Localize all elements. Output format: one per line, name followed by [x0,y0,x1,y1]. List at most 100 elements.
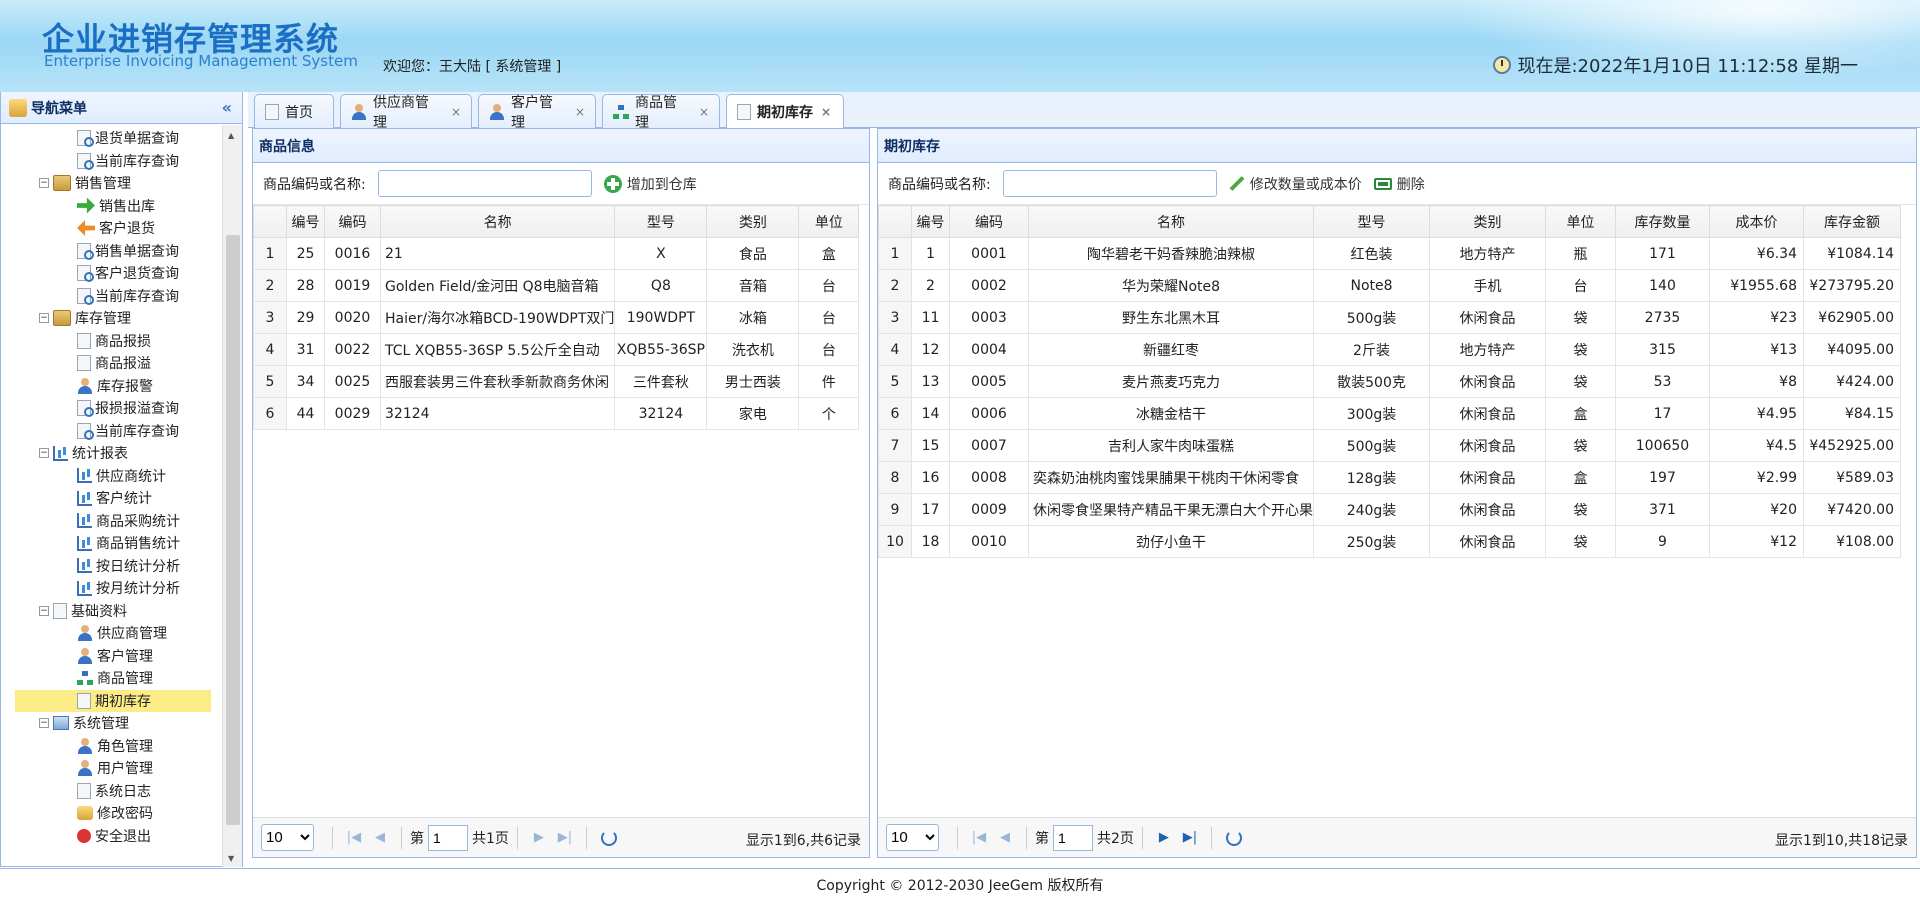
scroll-thumb[interactable] [226,235,240,825]
page-size-select[interactable]: 10 [261,824,314,851]
nav-scrollbar[interactable]: ▲ ▼ [222,125,242,867]
table-row[interactable]: 8 16 0008 奕森奶油桃肉蜜饯果脯果干桃肉干休闲零食 128g装 休闲食品盒 197 ¥… [878,461,1901,494]
nav-item[interactable]: 客户统计 [77,487,152,509]
nav-item[interactable]: 修改密码 [77,802,153,824]
column-header[interactable]: 类别 [706,205,800,238]
prev-page-icon[interactable]: ◀ [367,830,393,845]
table-row[interactable]: 1 1 0001 陶华碧老干妈香辣脆油辣椒 红色装 地方特产瓶 171 ¥6.34 ¥1084.… [878,237,1901,270]
nav-item[interactable]: 客户退货查询 [77,262,179,284]
nav-group[interactable]: − 系统管理 [39,712,129,734]
refresh-icon[interactable] [600,829,617,846]
nav-group[interactable]: − 销售管理 [39,172,131,194]
nav-item[interactable]: 角色管理 [77,735,153,757]
nav-item[interactable]: 销售单据查询 [77,240,179,262]
expander-icon[interactable]: − [39,178,49,188]
nav-item[interactable]: 按日统计分析 [77,555,180,577]
next-page-icon[interactable]: ▶ [526,830,552,845]
nav-item[interactable]: 商品报溢 [77,352,151,374]
scroll-up-icon[interactable]: ▲ [228,131,234,140]
nav-item[interactable]: 当前库存查询 [77,420,179,442]
prev-page-icon[interactable]: ◀ [992,830,1018,845]
nav-item[interactable]: 商品销售统计 [77,532,180,554]
nav-item[interactable]: 当前库存查询 [77,285,179,307]
column-header[interactable]: 编码 [324,205,381,238]
table-row[interactable]: 5 34 0025 西服套装男三件套秋季新款商务休闲 三件套秋 男士西装件 [253,365,860,398]
nav-item[interactable]: 客户退货 [77,217,155,239]
table-row[interactable]: 1 25 0016 21 X 食品盒 [253,237,860,270]
first-page-icon[interactable]: |◀ [341,830,367,845]
page-size-select[interactable]: 10 [886,824,939,851]
table-row[interactable]: 7 15 0007 吉利人家牛肉味蛋糕 500g装 休闲食品袋 100650 ¥4.5 ¥452… [878,429,1901,462]
nav-group[interactable]: − 库存管理 [39,307,131,329]
column-header[interactable]: 单位 [1545,205,1616,238]
table-row[interactable]: 9 17 0009 休闲零食坚果特产精品干果无漂白大个开心果 240g装 休闲食品袋 371… [878,493,1901,526]
page-input[interactable] [428,824,468,851]
column-header[interactable] [253,205,287,238]
column-header[interactable] [878,205,912,238]
table-row[interactable]: 3 29 0020 Haier/海尔冰箱BCD-190WDPT双门 190WDPT 冰箱台 [253,301,860,334]
nav-item[interactable]: 退货单据查询 [77,127,179,149]
nav-item[interactable]: 商品采购统计 [77,510,180,532]
nav-item[interactable]: 系统日志 [77,780,151,802]
column-header[interactable]: 型号 [614,205,708,238]
nav-item[interactable]: 用户管理 [77,757,153,779]
column-header[interactable]: 库存金额 [1803,205,1901,238]
nav-item[interactable]: 客户管理 [77,645,153,667]
edit-quantity-button[interactable]: 修改数量或成本价 [1229,174,1362,194]
nav-item[interactable]: 供应商管理 [77,622,167,644]
close-tab-icon[interactable]: × [451,105,461,119]
nav-group[interactable]: − 统计报表 [39,442,128,464]
column-header[interactable]: 名称 [1028,205,1314,238]
nav-item[interactable]: 报损报溢查询 [77,397,179,419]
collapse-icon[interactable]: « [222,98,232,117]
nav-item[interactable]: 销售出库 [77,195,155,217]
nav-group[interactable]: − 基础资料 [39,600,127,622]
nav-item[interactable]: 商品管理 [77,667,153,689]
nav-item[interactable]: 当前库存查询 [77,150,179,172]
column-header[interactable]: 编码 [949,205,1029,238]
scroll-down-icon[interactable]: ▼ [228,854,234,863]
tab-item[interactable]: 供应商管理 × [340,94,472,131]
table-row[interactable]: 2 2 0002 华为荣耀Note8 Note8 手机台 140 ¥1955.68 ¥27379… [878,269,1901,302]
goods-search-input[interactable] [377,170,592,197]
expander-icon[interactable]: − [39,313,49,323]
column-header[interactable]: 编号 [286,205,325,238]
close-tab-icon[interactable]: × [821,105,831,119]
last-page-icon[interactable]: ▶| [552,830,578,845]
tab-item[interactable]: 客户管理 × [478,94,596,131]
expander-icon[interactable]: − [39,448,49,458]
last-page-icon[interactable]: ▶| [1177,830,1203,845]
tab-item[interactable]: 商品管理 × [602,94,720,131]
first-page-icon[interactable]: |◀ [966,830,992,845]
add-to-warehouse-button[interactable]: 增加到仓库 [603,174,697,194]
nav-item[interactable]: 安全退出 [77,825,151,847]
nav-item[interactable]: 供应商统计 [77,465,166,487]
delete-button[interactable]: 删除 [1373,174,1425,194]
table-row[interactable]: 4 12 0004 新疆红枣 2斤装 地方特产袋 315 ¥13 ¥4095.00 [878,333,1901,366]
page-input[interactable] [1053,824,1093,851]
nav-item[interactable]: 商品报损 [77,330,151,352]
tab-item[interactable]: 首页 [254,94,334,128]
nav-item[interactable]: 期初库存 [15,689,211,712]
expander-icon[interactable]: − [39,718,49,728]
column-header[interactable]: 单位 [798,205,860,238]
table-row[interactable]: 4 31 0022 TCL XQB55-36SP 5.5公斤全自动 XQB55-36SP… [253,333,860,366]
column-header[interactable]: 型号 [1313,205,1430,238]
next-page-icon[interactable]: ▶ [1151,830,1177,845]
column-header[interactable]: 名称 [379,205,616,238]
expander-icon[interactable]: − [39,605,49,616]
nav-item[interactable]: 按月统计分析 [77,577,180,599]
table-row[interactable]: 5 13 0005 麦片燕麦巧克力 散装500克 休闲食品袋 53 ¥8 ¥424.00 [878,365,1901,398]
table-row[interactable]: 3 11 0003 野生东北黑木耳 500g装 休闲食品袋 2735 ¥23 ¥62905.00 [878,301,1901,334]
nav-item[interactable]: 库存报警 [77,375,153,397]
close-tab-icon[interactable]: × [575,105,585,119]
table-row[interactable]: 2 28 0019 Golden Field/金河田 Q8电脑音箱 Q8 音箱台 [253,269,860,302]
close-tab-icon[interactable]: × [699,105,709,119]
table-row[interactable]: 6 14 0006 冰糖金桔干 300g装 休闲食品盒 17 ¥4.95 ¥84.15 [878,397,1901,430]
column-header[interactable]: 库存数量 [1615,205,1710,238]
column-header[interactable]: 成本价 [1709,205,1804,238]
table-row[interactable]: 10 18 0010 劲仔小鱼干 250g装 休闲食品袋 9 ¥12 ¥108.00 [878,525,1901,558]
column-header[interactable]: 类别 [1429,205,1546,238]
table-row[interactable]: 6 44 0029 32124 32124 家电个 [253,397,860,430]
column-header[interactable]: 编号 [911,205,950,238]
